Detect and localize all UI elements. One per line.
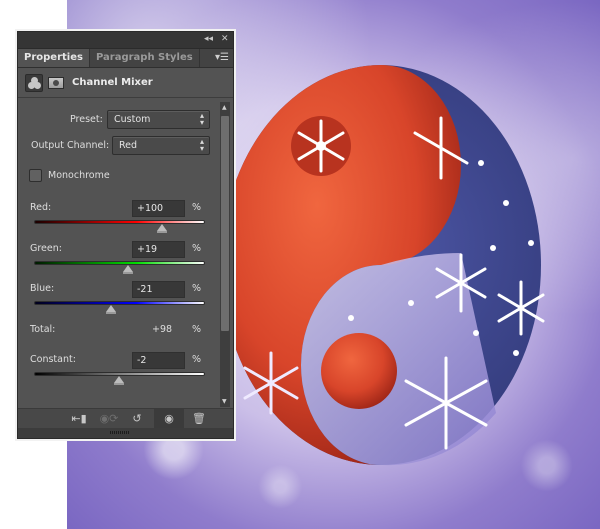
green-slider-track[interactable] <box>34 261 205 265</box>
close-panel-icon[interactable]: ✕ <box>221 34 229 45</box>
constant-value-field[interactable]: -2 <box>132 352 185 369</box>
constant-percent-sign: % <box>192 354 202 365</box>
select-arrows-icon: ▴ ▾ <box>199 137 204 153</box>
scroll-up-icon[interactable]: ▲ <box>222 104 227 111</box>
constant-slider-thumb[interactable] <box>113 376 124 385</box>
preset-value: Custom <box>114 114 151 125</box>
scrollbar-thumb[interactable] <box>221 116 229 331</box>
total-percent-sign: % <box>192 324 202 335</box>
panel-bottom-toolbar: ⇤▮ ◉⟳ ↺ ◉ 🗑 <box>18 408 233 429</box>
yin-yang-image <box>231 65 545 466</box>
panel-menu-icon[interactable]: ▾☰ <box>215 52 229 63</box>
delete-icon[interactable]: 🗑 <box>186 409 212 429</box>
reset-icon[interactable]: ↺ <box>124 409 150 429</box>
green-label: Green: <box>30 243 62 254</box>
green-percent-sign: % <box>192 243 202 254</box>
panel-body: Preset: Custom ▴ ▾ Output Channel: Red ▴ ▾… <box>18 100 218 408</box>
adjustment-title: Channel Mixer <box>72 77 153 88</box>
output-channel-select[interactable]: Red ▴ ▾ <box>112 136 210 155</box>
red-slider-track[interactable] <box>34 220 205 224</box>
output-channel-label: Output Channel: <box>31 140 110 151</box>
collapse-panel-icon[interactable]: ◂◂ <box>204 34 213 45</box>
monochrome-label: Monochrome <box>48 170 110 181</box>
tab-properties[interactable]: Properties <box>18 49 90 67</box>
constant-label: Constant: <box>30 354 76 365</box>
panel-tabs: Properties Paragraph Styles ▾☰ <box>18 49 233 68</box>
green-slider-thumb[interactable] <box>122 265 133 274</box>
preset-select[interactable]: Custom ▴ ▾ <box>107 110 210 129</box>
red-percent-sign: % <box>192 202 202 213</box>
total-value: +98 <box>152 324 173 335</box>
tab-paragraph-styles[interactable]: Paragraph Styles <box>90 49 200 67</box>
total-label: Total: <box>30 324 56 335</box>
clip-to-layer-icon[interactable]: ⇤▮ <box>66 409 92 429</box>
channel-mixer-icon[interactable] <box>25 73 43 92</box>
blue-slider-thumb[interactable] <box>105 305 116 314</box>
snowflake-dot <box>291 116 351 176</box>
adjustment-header: Channel Mixer <box>18 68 233 98</box>
blue-percent-sign: % <box>192 283 202 294</box>
scroll-down-icon[interactable]: ▼ <box>222 398 227 405</box>
monochrome-checkbox[interactable] <box>29 169 42 182</box>
panel-scrollbar[interactable]: ▲ ▼ <box>220 102 230 407</box>
output-channel-value: Red <box>119 140 138 151</box>
blue-slider-track[interactable] <box>34 301 205 305</box>
red-slider-thumb[interactable] <box>157 224 168 233</box>
rose-dot <box>321 333 397 409</box>
layer-mask-icon[interactable] <box>48 76 64 89</box>
blue-label: Blue: <box>30 283 55 294</box>
blue-value-field[interactable]: -21 <box>132 281 185 298</box>
preset-label: Preset: <box>70 114 103 125</box>
green-value-field[interactable]: +19 <box>132 241 185 258</box>
panel-title-bar[interactable]: ◂◂ ✕ <box>18 32 233 49</box>
select-arrows-icon: ▴ ▾ <box>199 111 204 127</box>
red-label: Red: <box>30 202 52 213</box>
properties-panel: ◂◂ ✕ Properties Paragraph Styles ▾☰ Chan… <box>17 31 234 439</box>
panel-resize-grip[interactable] <box>18 428 233 438</box>
toggle-visibility-icon[interactable]: ◉ <box>154 409 184 429</box>
view-previous-state-icon[interactable]: ◉⟳ <box>96 409 122 429</box>
red-value-field[interactable]: +100 <box>132 200 185 217</box>
